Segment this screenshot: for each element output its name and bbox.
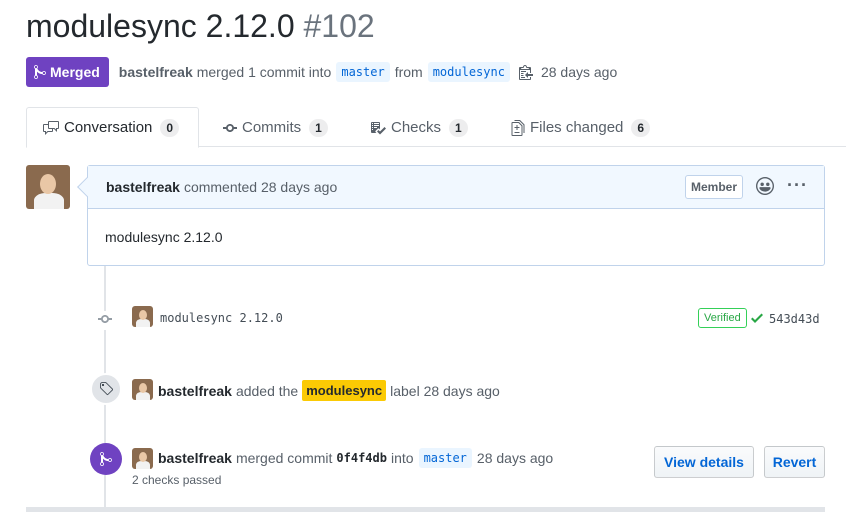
issue-label[interactable]: modulesync: [302, 380, 387, 401]
comment-header: bastelfreak commented 28 days ago Member…: [88, 166, 824, 209]
tab-checks-count: 1: [449, 118, 468, 137]
comment-body: modulesync 2.12.0: [105, 229, 223, 245]
label-event: bastelfreak added the modulesync label 2…: [90, 373, 825, 405]
git-merge-icon: [34, 64, 46, 80]
merge-event-time: 28 days ago: [476, 450, 554, 466]
more-options-icon[interactable]: ···: [787, 175, 808, 196]
comment-author-link[interactable]: bastelfreak: [106, 179, 180, 195]
divider: [26, 507, 825, 512]
from-text: from: [394, 64, 423, 80]
pr-title-heading: modulesync 2.12.0 #102: [26, 8, 375, 45]
merge-event-pre: merged commit: [235, 450, 333, 466]
tab-files-changed-label: Files changed: [530, 119, 624, 136]
comment-box: bastelfreak commented 28 days ago Member…: [77, 165, 825, 266]
pr-title: modulesync 2.12.0: [26, 8, 295, 44]
base-branch[interactable]: master: [336, 62, 390, 82]
pr-tabs: Conversation 0 Commits 1 Checks 1 Files …: [26, 107, 846, 148]
commit-sha-link[interactable]: 543d43d: [769, 312, 820, 326]
tag-icon: [90, 373, 122, 405]
tab-files-changed[interactable]: Files changed 6: [511, 107, 651, 148]
head-branch[interactable]: modulesync: [427, 62, 510, 82]
revert-button[interactable]: Revert: [764, 446, 825, 478]
tab-conversation-label: Conversation: [64, 119, 153, 136]
avatar[interactable]: [132, 379, 153, 400]
git-commit-icon: [223, 123, 237, 132]
label-event-post: label 28 days ago: [390, 382, 500, 399]
smiley-icon[interactable]: [756, 177, 774, 198]
avatar[interactable]: [132, 306, 153, 327]
comment-discussion-icon: [43, 120, 59, 135]
state-label: Merged: [50, 64, 100, 80]
label-event-pre: added the: [235, 382, 299, 399]
pr-number: #102: [303, 8, 375, 44]
merge-event-into: into: [390, 450, 414, 466]
tab-commits-label: Commits: [242, 119, 302, 136]
commit-message-link[interactable]: modulesync 2.12.0: [160, 311, 283, 325]
merge-event: bastelfreak merged commit 0f4f4db into m…: [90, 443, 825, 495]
avatar[interactable]: [132, 448, 153, 469]
pr-author-link[interactable]: bastelfreak: [119, 64, 193, 80]
check-icon[interactable]: [751, 310, 763, 329]
pr-time: 28 days ago: [540, 64, 618, 80]
pr-meta: Merged bastelfreak merged 1 commit into …: [26, 57, 617, 87]
clipboard-icon[interactable]: [518, 64, 533, 80]
tab-files-changed-count: 6: [631, 118, 651, 137]
verified-badge[interactable]: Verified: [698, 308, 747, 328]
file-diff-icon: [511, 119, 525, 136]
tab-conversation-count: 0: [160, 118, 180, 137]
checks-status: 2 checks passed: [132, 473, 222, 487]
merge-base-branch[interactable]: master: [418, 448, 472, 468]
tab-commits-count: 1: [309, 118, 328, 137]
tab-checks[interactable]: Checks 1: [370, 107, 468, 148]
tab-conversation[interactable]: Conversation 0: [26, 107, 199, 148]
label-event-author-link[interactable]: bastelfreak: [158, 383, 232, 399]
git-merge-icon: [90, 443, 122, 475]
git-commit-icon: [96, 311, 114, 330]
merge-commit-sha-link[interactable]: 0f4f4db: [336, 451, 387, 465]
tab-checks-label: Checks: [391, 119, 442, 136]
merged-text: merged 1 commit into: [196, 64, 332, 80]
role-badge: Member: [685, 175, 744, 199]
checklist-icon: [371, 121, 386, 134]
state-badge: Merged: [26, 57, 109, 87]
avatar[interactable]: [26, 165, 70, 209]
commit-row: modulesync 2.12.0 Verified 543d43d: [96, 304, 825, 334]
merge-event-author-link[interactable]: bastelfreak: [158, 450, 232, 466]
view-details-button[interactable]: View details: [654, 446, 754, 478]
comment-action: commented 28 days ago: [183, 179, 338, 195]
tab-commits[interactable]: Commits 1: [223, 107, 328, 148]
